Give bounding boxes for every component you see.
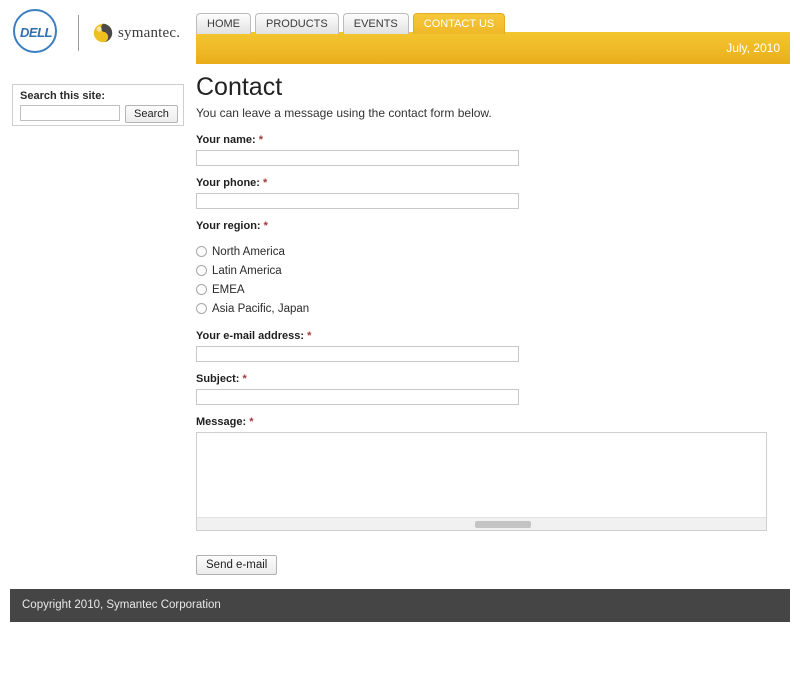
field-message: Message: * [196, 416, 790, 531]
footer-copyright: Copyright 2010, Symantec Corporation [22, 599, 221, 611]
symantec-wordmark: symantec. [118, 24, 181, 41]
field-label-text: Subject: [196, 373, 240, 385]
radio-label[interactable]: EMEA [212, 284, 245, 296]
symantec-swirl-icon [93, 23, 113, 43]
field-label-text: Your phone: [196, 177, 260, 189]
search-label: Search this site: [20, 90, 105, 102]
site-search-panel: Search this site: Search [12, 84, 184, 126]
required-marker: * [263, 177, 268, 189]
field-label-text: Your e-mail address: [196, 330, 304, 342]
required-marker: * [307, 330, 312, 342]
message-horizontal-scrollbar[interactable] [197, 517, 766, 530]
tab-contact-us[interactable]: CONTACT US [412, 13, 506, 34]
tab-events[interactable]: EVENTS [342, 13, 409, 34]
radio-option-asia-pacific-japan[interactable]: Asia Pacific, Japan [196, 299, 790, 318]
required-marker: * [249, 416, 254, 428]
radio-option-emea[interactable]: EMEA [196, 280, 790, 299]
field-label-your-phone: Your phone: * [196, 177, 790, 189]
radio-option-latin-america[interactable]: Latin America [196, 261, 790, 280]
main-content: Contact You can leave a message using th… [196, 72, 790, 575]
field-subject: Subject: * [196, 373, 790, 405]
field-label-your-email: Your e-mail address: * [196, 330, 790, 342]
radio-option-north-america[interactable]: North America [196, 242, 790, 261]
required-marker: * [242, 373, 247, 385]
symantec-logo[interactable]: symantec. [93, 23, 180, 43]
field-your-name: Your name: * [196, 134, 790, 166]
your-email-input[interactable] [196, 346, 519, 362]
tab-home[interactable]: HOME [196, 13, 251, 34]
required-marker: * [258, 134, 264, 146]
send-email-button[interactable]: Send e-mail [196, 555, 278, 575]
field-your-email: Your e-mail address: * [196, 330, 790, 362]
field-label-message: Message: * [196, 416, 790, 428]
radio-label[interactable]: Asia Pacific, Japan [212, 303, 309, 315]
message-scrollbar-thumb[interactable] [475, 521, 531, 528]
field-label-text: Your region: [196, 220, 261, 232]
radio-label[interactable]: North America [212, 246, 285, 258]
field-label-subject: Subject: * [196, 373, 790, 385]
radio-label[interactable]: Latin America [212, 265, 282, 277]
page-title: Contact [196, 73, 283, 101]
site-footer: Copyright 2010, Symantec Corporation [10, 589, 790, 622]
field-your-phone: Your phone: * [196, 177, 790, 209]
search-row: Search [20, 105, 178, 123]
header-banner: July, 2010 [196, 32, 790, 64]
search-button[interactable]: Search [125, 105, 178, 123]
field-label-your-name: Your name: * [196, 134, 790, 146]
field-label-text: Your name: [196, 134, 256, 146]
site-header: DELL symantec. HOME PRODUCTS EVENTS CONT… [0, 0, 800, 64]
page-intro-text: You can leave a message using the contac… [196, 106, 492, 120]
field-label-your-region: Your region: * [196, 220, 790, 232]
banner-date: July, 2010 [726, 41, 780, 55]
your-phone-input[interactable] [196, 193, 519, 209]
search-input[interactable] [20, 105, 120, 121]
field-label-text: Message: [196, 416, 247, 428]
radio-icon[interactable] [196, 303, 207, 314]
brand-divider [78, 15, 79, 51]
radio-icon[interactable] [196, 246, 207, 257]
message-textarea[interactable] [197, 433, 766, 517]
tab-products[interactable]: PRODUCTS [255, 13, 339, 34]
field-your-region: Your region: * North America Latin Ameri… [196, 220, 790, 318]
dell-logo[interactable]: DELL [12, 8, 62, 58]
your-name-input[interactable] [196, 150, 519, 166]
dell-logo-text: DELL [20, 24, 52, 40]
radio-icon[interactable] [196, 265, 207, 276]
radio-icon[interactable] [196, 284, 207, 295]
main-navigation: HOME PRODUCTS EVENTS CONTACT US [196, 12, 509, 34]
message-box [196, 432, 767, 531]
subject-input[interactable] [196, 389, 519, 405]
required-marker: * [263, 220, 268, 232]
brand-logos: DELL symantec. [12, 8, 184, 58]
